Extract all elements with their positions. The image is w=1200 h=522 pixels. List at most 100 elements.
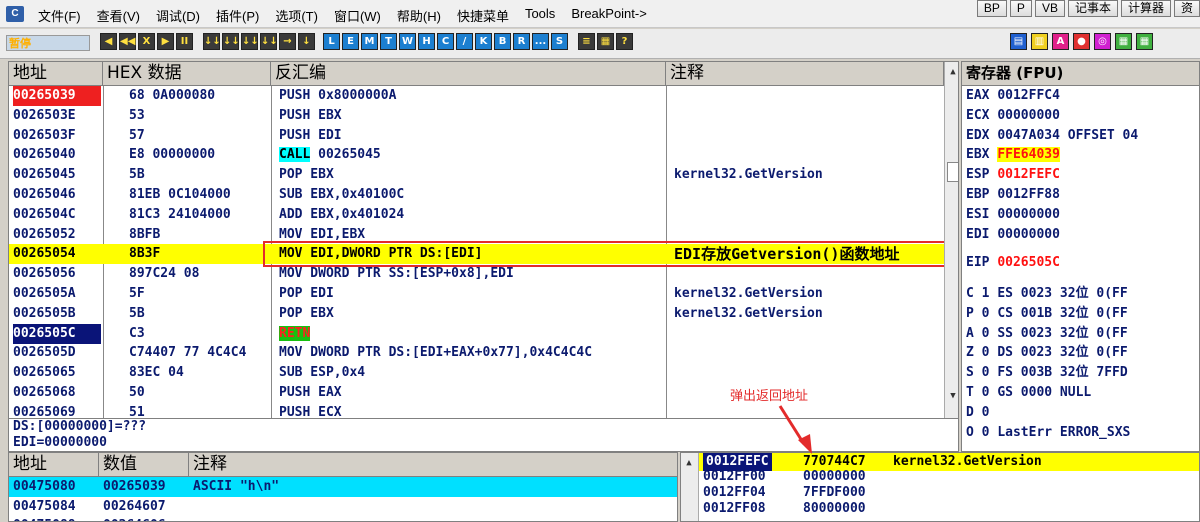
stack-row[interactable]: 0012FF00 00000000 <box>699 469 1199 485</box>
register-row[interactable]: ESP 0012FEFC <box>962 165 1199 185</box>
toolbar-button[interactable]: L <box>323 33 340 50</box>
toolbar-view-button[interactable]: ● <box>1073 33 1090 50</box>
toolbar-view-button[interactable]: ▤ <box>1010 33 1027 50</box>
toolbar-button[interactable]: ↓ <box>298 33 315 50</box>
register-row[interactable]: ESI 00000000 <box>962 205 1199 225</box>
toolbar-button[interactable]: ▦ <box>597 33 614 50</box>
menu-item[interactable]: Tools <box>517 6 563 25</box>
disasm-row[interactable]: 00265045 5B POP EBX kernel32.GetVersion <box>9 165 949 185</box>
stack-row[interactable]: 0012FF04 7FFDF000 <box>699 485 1199 501</box>
menu-item[interactable]: 查看(V) <box>89 6 148 25</box>
flag-row[interactable]: T 0 GS 0000 NULL <box>962 383 1199 403</box>
toolbar-button[interactable]: ↓↓ <box>260 33 278 50</box>
toolbar-button[interactable]: ↓↓ <box>241 33 259 50</box>
scroll-down-icon[interactable]: ▼ <box>945 388 958 404</box>
disasm-row[interactable]: 00265046 81EB 0C104000 SUB EBX,0x40100C <box>9 185 949 205</box>
toolbar-view-button[interactable]: ▥ <box>1031 33 1048 50</box>
scroll-thumb[interactable] <box>947 162 958 182</box>
menu-item[interactable]: 插件(P) <box>208 6 267 25</box>
register-row-eip[interactable]: EIP 0026505C <box>962 253 1199 273</box>
scroll-up-icon[interactable]: ▲ <box>681 455 697 471</box>
toolbar-button[interactable]: X <box>138 33 155 50</box>
menu-item[interactable]: 快捷菜单 <box>449 6 517 25</box>
disasm-row[interactable]: 00265039 68 0A000080 PUSH 0x8000000A <box>9 86 949 106</box>
toolbar-button[interactable]: ↓↓ <box>222 33 240 50</box>
flag-row[interactable]: C 1 ES 0023 32位 0(FF <box>962 284 1199 304</box>
register-row[interactable]: EBP 0012FF88 <box>962 185 1199 205</box>
toolbar-button[interactable]: ◀ <box>100 33 117 50</box>
toolbar-button[interactable]: E <box>342 33 359 50</box>
dump-row[interactable]: 00475088 00264606 <box>9 516 677 521</box>
register-row[interactable]: EBX FFE64039 <box>962 145 1199 165</box>
dump-row[interactable]: 00475084 00264607 <box>9 497 677 517</box>
flag-row[interactable]: P 0 CS 001B 32位 0(FF <box>962 304 1199 324</box>
disasm-scrollbar[interactable]: ▲ ▼ <box>944 62 958 418</box>
stack-row[interactable]: 0012FF08 80000000 <box>699 501 1199 517</box>
quick-button[interactable]: BP <box>976 0 1007 17</box>
registers-pane[interactable]: 寄存器 (FPU) EAX 0012FFC4 ECX 00000000 EDX … <box>961 61 1200 452</box>
toolbar-button[interactable]: T <box>380 33 397 50</box>
disasm-row[interactable]: 0026505A 5F POP EDI kernel32.GetVersion <box>9 284 949 304</box>
flag-row[interactable]: A 0 SS 0023 32位 0(FF <box>962 324 1199 344</box>
registers-header[interactable]: 寄存器 (FPU) <box>962 62 1199 86</box>
toolbar-button[interactable]: / <box>456 33 473 50</box>
register-row[interactable]: EDX 0047A034 OFFSET 04 <box>962 126 1199 146</box>
col-header-address[interactable]: 地址 <box>9 62 103 86</box>
toolbar-button[interactable]: C <box>437 33 454 50</box>
toolbar-button[interactable]: H <box>418 33 435 50</box>
dump-col-header-comment[interactable]: 注释 <box>189 453 677 477</box>
disasm-row[interactable]: 00265054 8B3F MOV EDI,DWORD PTR DS:[EDI] ED… <box>9 244 949 265</box>
toolbar-button[interactable]: R <box>513 33 530 50</box>
toolbar-button[interactable]: S <box>551 33 568 50</box>
disasm-row[interactable]: 00265056 897C24 08 MOV DWORD PTR SS:[ESP+0… <box>9 264 949 284</box>
toolbar-button[interactable]: M <box>361 33 378 50</box>
toolbar-button[interactable]: ▶ <box>157 33 174 50</box>
quick-button[interactable]: P <box>1009 0 1032 17</box>
menu-item[interactable]: 窗口(W) <box>326 6 389 25</box>
menu-item[interactable]: 调试(D) <box>148 6 208 25</box>
disasm-row[interactable]: 00265065 83EC 04 SUB ESP,0x4 <box>9 363 949 383</box>
flag-row[interactable]: O 0 LastErr ERROR_SXS <box>962 423 1199 443</box>
disasm-row[interactable]: 0026505D C74407 77 4C4C4 MOV DWORD PTR DS:… <box>9 343 949 363</box>
toolbar-button[interactable]: K <box>475 33 492 50</box>
register-row[interactable]: ECX 00000000 <box>962 106 1199 126</box>
disasm-row[interactable]: 00265040 E8 00000000 CALL 00265045 <box>9 145 949 165</box>
disasm-row[interactable]: 0026505B 5B POP EBX kernel32.GetVersion <box>9 304 949 324</box>
register-row[interactable]: EAX 0012FFC4 <box>962 86 1199 106</box>
toolbar-button[interactable]: W <box>399 33 416 50</box>
flag-row[interactable]: S 0 FS 003B 32位 7FFD <box>962 363 1199 383</box>
col-header-hex[interactable]: HEX 数据 <box>103 62 271 86</box>
stack-scrollbar[interactable]: ▲ <box>681 453 699 521</box>
dump-row[interactable]: 00475080 00265039 ASCII "h\n" <box>9 477 677 497</box>
toolbar-button[interactable]: ◀◀ <box>119 33 136 50</box>
col-header-comment[interactable]: 注释 <box>666 62 944 86</box>
quick-button[interactable]: 记事本 <box>1067 0 1118 17</box>
toolbar-button[interactable]: II <box>176 33 193 50</box>
flag-row[interactable]: Z 0 DS 0023 32位 0(FF <box>962 343 1199 363</box>
toolbar-view-button[interactable]: ▦ <box>1136 33 1153 50</box>
quick-button[interactable]: 计算器 <box>1120 0 1171 17</box>
toolbar-view-button[interactable]: ▦ <box>1115 33 1132 50</box>
dump-col-header-address[interactable]: 地址 <box>9 453 99 477</box>
toolbar-button[interactable]: B <box>494 33 511 50</box>
disasm-row[interactable]: 0026504C 81C3 24104000 ADD EBX,0x401024 <box>9 205 949 225</box>
flag-row[interactable]: D 0 <box>962 403 1199 423</box>
scroll-up-icon[interactable]: ▲ <box>945 64 958 80</box>
disasm-row[interactable]: 0026505C C3 RETN <box>9 323 949 344</box>
menu-item[interactable]: 帮助(H) <box>389 6 449 25</box>
dump-pane[interactable]: 地址 数值 注释 00475080 00265039 ASCII "h\n" 0047… <box>8 452 678 522</box>
menu-item[interactable]: 文件(F) <box>30 6 89 25</box>
quick-button[interactable]: VB <box>1034 0 1065 17</box>
toolbar-view-button[interactable]: ◎ <box>1094 33 1111 50</box>
toolbar-button[interactable]: ... <box>532 33 549 50</box>
col-header-disasm[interactable]: 反汇编 <box>271 62 666 86</box>
disasm-row[interactable]: 00265052 8BFB MOV EDI,EBX <box>9 225 949 245</box>
toolbar-button[interactable]: ↓↓ <box>203 33 221 50</box>
menu-item[interactable]: 选项(T) <box>267 6 326 25</box>
toolbar-button[interactable]: → <box>279 33 296 50</box>
stack-pane[interactable]: ▲ 0012FEFC 770744C7 kernel32.GetVersion 001… <box>680 452 1200 522</box>
disassembly-pane[interactable]: 地址 HEX 数据 反汇编 注释 00265039 68 0A000080 PUSH… <box>8 61 959 419</box>
menu-item[interactable]: BreakPoint-> <box>563 6 655 25</box>
quick-button[interactable]: 资 <box>1173 0 1200 17</box>
disasm-row[interactable]: 0026503E 53 PUSH EBX <box>9 106 949 126</box>
